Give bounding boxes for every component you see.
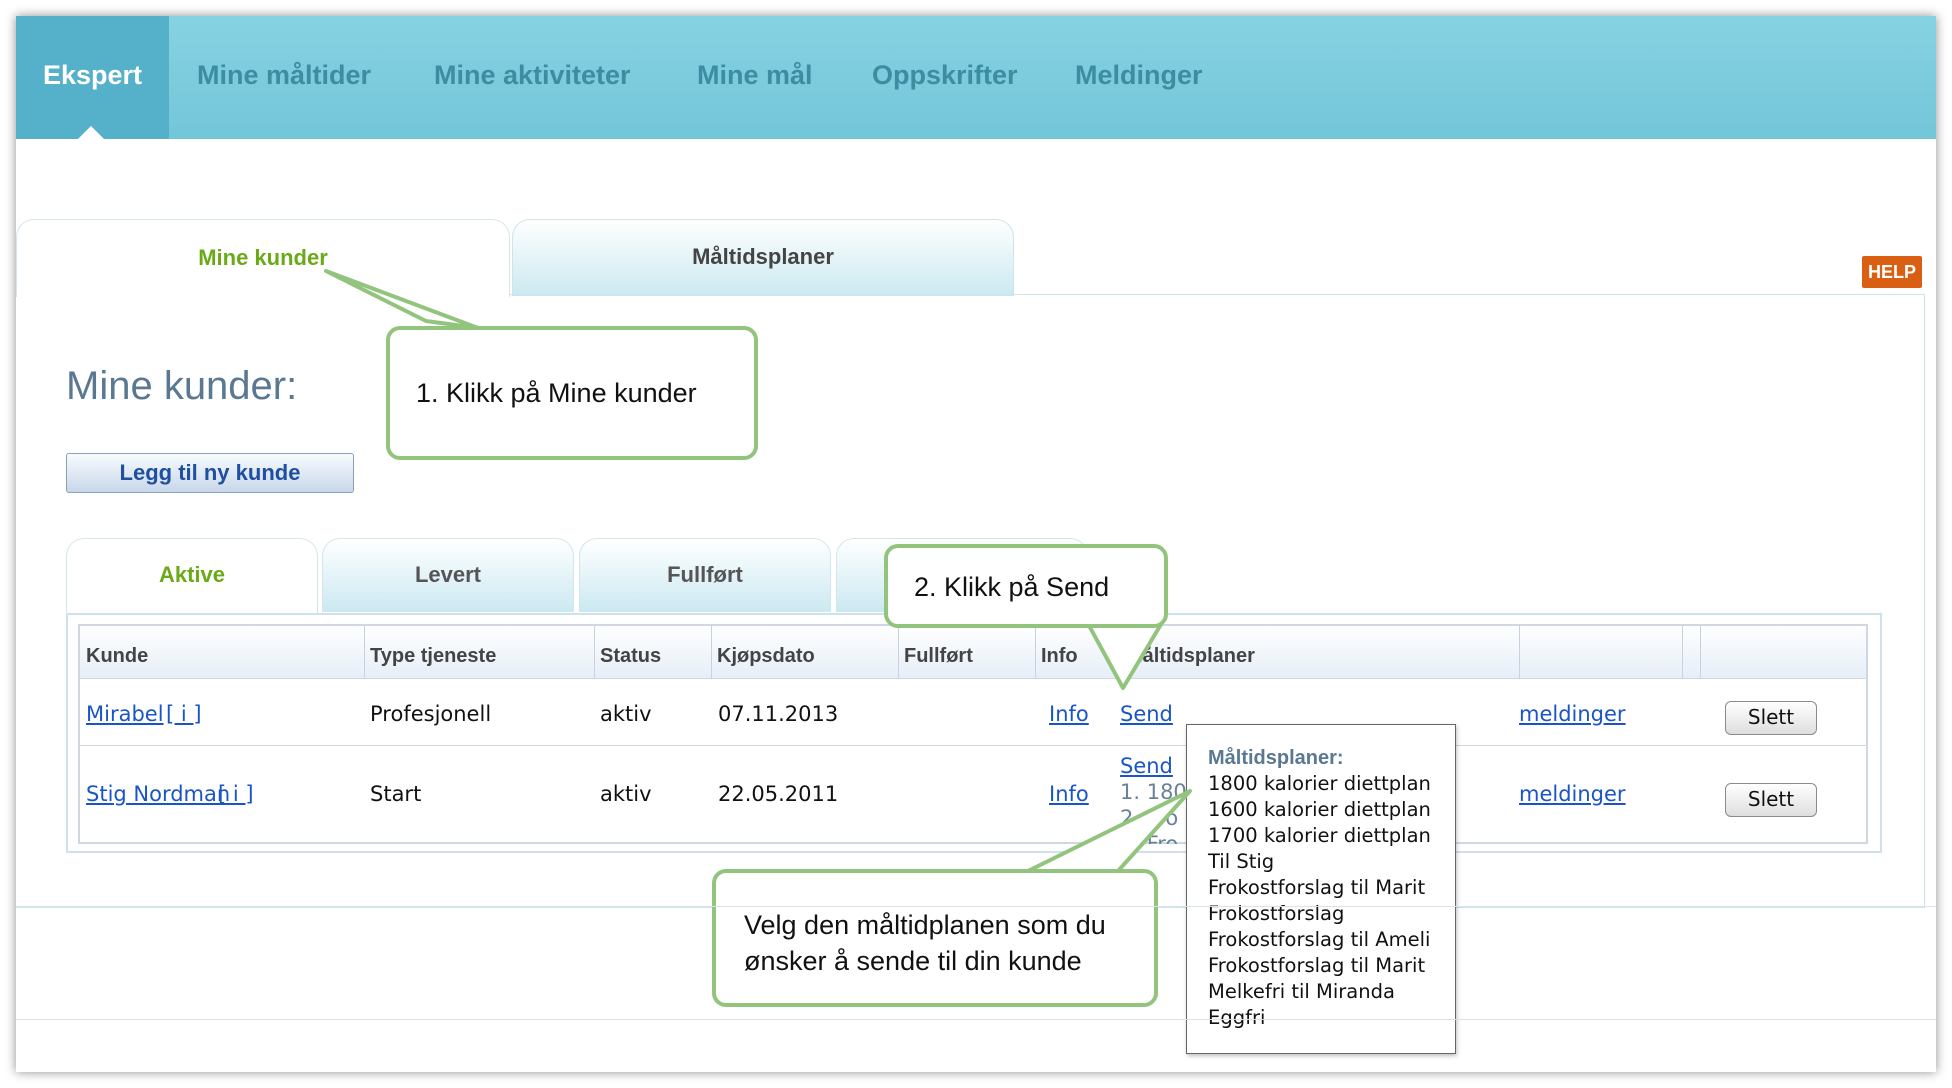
meal-plan-option[interactable]: Frokostforslag til Marit <box>1208 953 1455 979</box>
meal-plan-option[interactable]: 1700 kalorier diettplan <box>1208 823 1455 849</box>
meal-plan-item[interactable]: 3. Fro <box>1120 832 1178 844</box>
nav-item-mine-maltider[interactable]: Mine måltider <box>197 16 371 139</box>
header-kjopsdato[interactable]: Kjøpsdato <box>711 626 815 678</box>
tab-aktive[interactable]: Aktive <box>66 538 318 613</box>
nav-item-ekspert[interactable]: Ekspert <box>16 16 169 139</box>
send-link[interactable]: Send <box>1120 702 1173 726</box>
send-link[interactable]: Send <box>1120 754 1173 778</box>
meal-plan-dropdown: Måltidsplaner: 1800 kalorier diettplan 1… <box>1186 724 1456 1054</box>
divider <box>16 906 1936 907</box>
customer-name-link[interactable]: Mirabel <box>86 702 164 726</box>
purchase-date: 07.11.2013 <box>718 702 839 726</box>
meal-plan-item[interactable]: 1. 180 <box>1120 780 1187 804</box>
info-link[interactable]: Info <box>1049 702 1089 726</box>
delete-button[interactable]: Slett <box>1725 783 1817 817</box>
page-title: Mine kunder: <box>66 364 298 408</box>
column-divider <box>1682 626 1683 678</box>
callout-step3: Velg den måltidplanen som du ønsker å se… <box>712 869 1158 1007</box>
column-divider <box>1519 626 1520 678</box>
tab-maltidsplaner[interactable]: Måltidsplaner <box>512 219 1014 296</box>
callout-step2: 2. Klikk på Send <box>884 544 1168 628</box>
header-type-tjeneste[interactable]: Type tjeneste <box>364 626 496 678</box>
top-navigation: Ekspert Mine måltider Mine aktiviteter M… <box>16 16 1936 139</box>
status-text: aktiv <box>600 782 652 806</box>
customer-name-link[interactable]: Stig Nordman <box>86 782 230 806</box>
customer-table: Kunde Type tjeneste Status Kjøpsdato Ful… <box>78 624 1868 844</box>
delete-button[interactable]: Slett <box>1725 701 1817 735</box>
nav-item-mine-aktiviteter[interactable]: Mine aktiviteter <box>434 16 631 139</box>
column-divider <box>1700 626 1701 678</box>
divider <box>16 1019 1936 1020</box>
callout-step1: 1. Klikk på Mine kunder <box>386 326 758 460</box>
customer-info-link[interactable]: [ i ] <box>166 702 202 726</box>
nav-item-meldinger[interactable]: Meldinger <box>1075 16 1203 139</box>
table-header: Kunde Type tjeneste Status Kjøpsdato Ful… <box>80 626 1866 679</box>
add-customer-button[interactable]: Legg til ny kunde <box>66 453 354 493</box>
header-kunde[interactable]: Kunde <box>80 626 148 678</box>
active-nav-caret-icon <box>78 126 104 139</box>
meal-plan-option[interactable]: Frokostforslag til Marit <box>1208 875 1455 901</box>
messages-link[interactable]: meldinger <box>1519 702 1626 726</box>
service-type: Profesjonell <box>370 702 492 726</box>
nav-item-oppskrifter[interactable]: Oppskrifter <box>872 16 1018 139</box>
meal-plan-option[interactable]: 1800 kalorier diettplan <box>1208 771 1455 797</box>
header-fullfort[interactable]: Fullført <box>898 626 973 678</box>
row-divider <box>80 745 1866 746</box>
purchase-date: 22.05.2011 <box>718 782 839 806</box>
tab-levert[interactable]: Levert <box>322 538 574 612</box>
help-button[interactable]: HELP <box>1862 256 1922 288</box>
header-status[interactable]: Status <box>594 626 661 678</box>
meal-plan-option[interactable]: Melkefri til Miranda <box>1208 979 1455 1005</box>
tab-fullfort[interactable]: Fullført <box>579 538 831 612</box>
header-maltidsplaner[interactable]: Måltidsplaner <box>1120 626 1255 678</box>
tab-mine-kunder[interactable]: Mine kunder <box>16 219 510 297</box>
meal-plan-option[interactable]: 1600 kalorier diettplan <box>1208 797 1455 823</box>
messages-link[interactable]: meldinger <box>1519 782 1626 806</box>
customer-info-link[interactable]: [ i ] <box>218 782 254 806</box>
app-frame: Ekspert Mine måltider Mine aktiviteter M… <box>16 16 1936 1072</box>
meal-plan-option[interactable]: Eggfri <box>1208 1005 1455 1031</box>
header-info[interactable]: Info <box>1035 626 1078 678</box>
status-text: aktiv <box>600 702 652 726</box>
nav-item-mine-mal[interactable]: Mine mål <box>697 16 813 139</box>
meal-plan-option[interactable]: Frokostforslag <box>1208 901 1455 927</box>
dropdown-title: Måltidsplaner: <box>1208 747 1344 769</box>
meal-plan-option[interactable]: Frokostforslag til Ameli <box>1208 927 1455 953</box>
meal-plan-option[interactable]: Til Stig <box>1208 849 1455 875</box>
info-link[interactable]: Info <box>1049 782 1089 806</box>
meal-plan-item[interactable]: 2. Fro <box>1120 806 1178 830</box>
service-type: Start <box>370 782 422 806</box>
